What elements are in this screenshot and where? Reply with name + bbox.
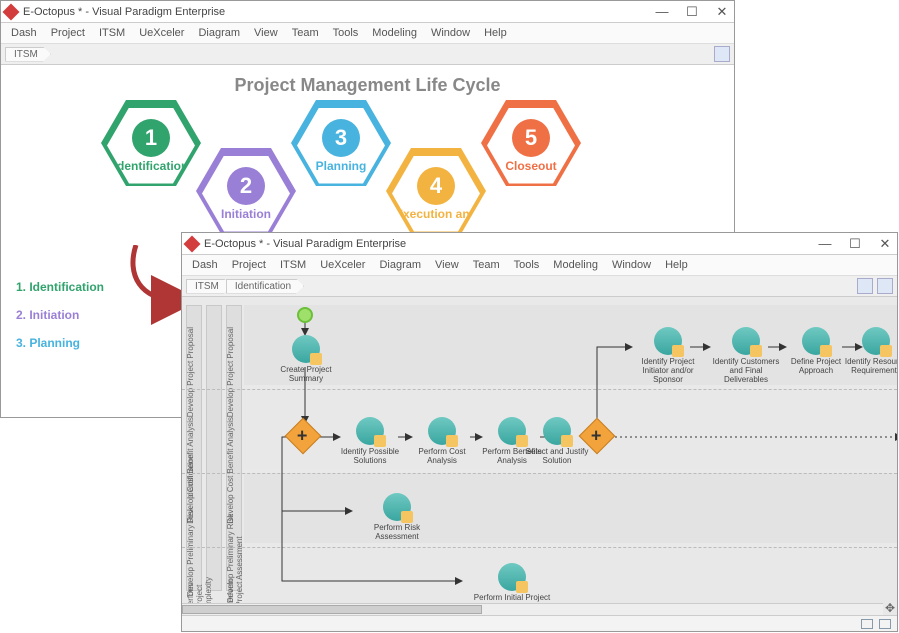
menu-diagram[interactable]: Diagram: [198, 27, 240, 39]
task-identify-initiator[interactable]: Identify Project Initiator and/or Sponso…: [632, 327, 704, 384]
hex-planning[interactable]: 3Planning: [291, 100, 391, 186]
menu-project[interactable]: Project: [232, 259, 266, 271]
statusbar: [182, 615, 897, 631]
breadcrumb-bar: ITSM: [1, 43, 734, 65]
task-icon: [543, 417, 571, 445]
breadcrumb-identification[interactable]: Identification: [226, 279, 304, 294]
menu-modeling[interactable]: Modeling: [372, 27, 417, 39]
window-identification-diagram: E-Octopus * - Visual Paradigm Enterprise…: [181, 232, 898, 632]
task-identify-customers[interactable]: Identify Customers and Final Deliverable…: [710, 327, 782, 384]
menu-window[interactable]: Window: [612, 259, 651, 271]
menu-team[interactable]: Team: [473, 259, 500, 271]
menu-window[interactable]: Window: [431, 27, 470, 39]
link-identification[interactable]: 1. Identification: [16, 280, 104, 294]
task-define-approach[interactable]: Define Project Approach: [786, 327, 846, 375]
link-initiation[interactable]: 2. Initiation: [16, 308, 104, 322]
menu-modeling[interactable]: Modeling: [553, 259, 598, 271]
task-identify-resources[interactable]: Identify Resource Requirements: [844, 327, 897, 375]
app-logo-icon: [3, 3, 20, 20]
task-icon: [356, 417, 384, 445]
minimize-button[interactable]: —: [654, 4, 670, 20]
task-icon: [498, 563, 526, 591]
menu-team[interactable]: Team: [292, 27, 319, 39]
pan-handle-icon[interactable]: ✥: [883, 601, 897, 615]
menu-help[interactable]: Help: [484, 27, 507, 39]
task-icon: [292, 335, 320, 363]
minimize-button[interactable]: —: [817, 236, 833, 252]
menu-project[interactable]: Project: [51, 27, 85, 39]
menubar: Dash Project ITSM UeXceler Diagram View …: [182, 255, 897, 275]
close-button[interactable]: ✕: [714, 4, 730, 20]
menu-view[interactable]: View: [435, 259, 459, 271]
breadcrumb-itsm[interactable]: ITSM: [186, 279, 232, 294]
side-links: 1. Identification 2. Initiation 3. Plann…: [16, 280, 104, 350]
scrollbar-thumb[interactable]: [182, 605, 482, 614]
menu-tools[interactable]: Tools: [333, 27, 359, 39]
link-planning[interactable]: 3. Planning: [16, 336, 104, 350]
view-mode-icon[interactable]: [877, 278, 893, 294]
lane-strip[interactable]: [206, 305, 222, 591]
titlebar[interactable]: E-Octopus * - Visual Paradigm Enterprise…: [182, 233, 897, 255]
task-icon: [428, 417, 456, 445]
mail-icon[interactable]: [861, 619, 873, 629]
maximize-button[interactable]: ☐: [684, 4, 700, 20]
menu-itsm[interactable]: ITSM: [280, 259, 306, 271]
hex-execution[interactable]: 4Execution and: [386, 148, 486, 234]
menu-dash[interactable]: Dash: [11, 27, 37, 39]
canvas-bpmn[interactable]: Identification Develop Project Proposal …: [182, 297, 897, 615]
start-event[interactable]: [297, 307, 313, 323]
view-mode-icon[interactable]: [714, 46, 730, 62]
layout-icon[interactable]: [857, 278, 873, 294]
task-icon: [802, 327, 830, 355]
menu-view[interactable]: View: [254, 27, 278, 39]
page-title: Project Management Life Cycle: [21, 75, 714, 96]
hex-initiation[interactable]: 2Initiation: [196, 148, 296, 234]
task-identify-solutions[interactable]: Identify Possible Solutions: [340, 417, 400, 465]
note-icon[interactable]: [879, 619, 891, 629]
group1-inner: Develop Project Proposal: [226, 327, 235, 417]
maximize-button[interactable]: ☐: [847, 236, 863, 252]
menu-diagram[interactable]: Diagram: [379, 259, 421, 271]
hex-closeout[interactable]: 5Closeout: [481, 100, 581, 186]
close-button[interactable]: ✕: [877, 236, 893, 252]
task-risk-assessment[interactable]: Perform Risk Assessment: [352, 493, 442, 541]
hex-identification[interactable]: 1Identification: [101, 100, 201, 186]
group1-outer: Develop Project Proposal: [186, 327, 195, 417]
menu-uexceler[interactable]: UeXceler: [139, 27, 184, 39]
window-title: E-Octopus * - Visual Paradigm Enterprise: [23, 6, 654, 18]
menu-uexceler[interactable]: UeXceler: [320, 259, 365, 271]
task-icon: [732, 327, 760, 355]
task-icon: [654, 327, 682, 355]
task-icon: [383, 493, 411, 521]
menu-dash[interactable]: Dash: [192, 259, 218, 271]
task-create-project-summary[interactable]: Create Project Summary: [276, 335, 336, 383]
window-title: E-Octopus * - Visual Paradigm Enterprise: [204, 238, 817, 250]
breadcrumb-bar: ITSM Identification: [182, 275, 897, 297]
task-select-solution[interactable]: Select and Justify Solution: [522, 417, 592, 465]
menubar: Dash Project ITSM UeXceler Diagram View …: [1, 23, 734, 43]
menu-itsm[interactable]: ITSM: [99, 27, 125, 39]
breadcrumb-itsm[interactable]: ITSM: [5, 47, 51, 62]
menu-help[interactable]: Help: [665, 259, 688, 271]
task-perform-cost[interactable]: Perform Cost Analysis: [412, 417, 472, 465]
titlebar[interactable]: E-Octopus * - Visual Paradigm Enterprise…: [1, 1, 734, 23]
task-icon: [862, 327, 890, 355]
app-logo-icon: [184, 235, 201, 252]
horizontal-scrollbar[interactable]: [182, 603, 883, 615]
menu-tools[interactable]: Tools: [514, 259, 540, 271]
